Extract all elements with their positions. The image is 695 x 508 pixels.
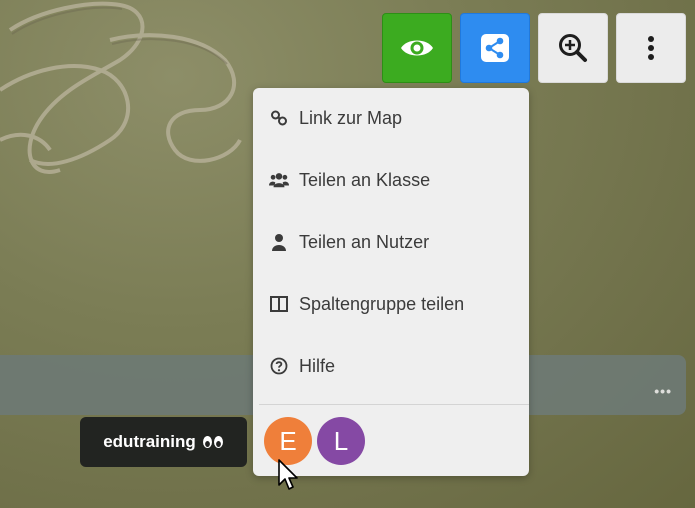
- eye-icon: [401, 40, 433, 56]
- zoom-button[interactable]: [538, 13, 608, 83]
- menu-item-share-column-group[interactable]: Spaltengruppe teilen: [253, 284, 529, 324]
- avatar-user-e[interactable]: E: [264, 417, 312, 465]
- menu-item-label: Link zur Map: [299, 107, 403, 128]
- user-tooltip: edutraining: [80, 417, 247, 467]
- user-icon: [269, 232, 289, 252]
- more-options-button[interactable]: [616, 13, 686, 83]
- columns-icon: [269, 294, 289, 314]
- users-icon: [269, 170, 289, 190]
- link-icon: [269, 108, 289, 128]
- tooltip-text: edutraining: [103, 432, 196, 451]
- menu-item-help[interactable]: Hilfe: [253, 346, 529, 386]
- menu-item-label: Teilen an Klasse: [299, 169, 431, 190]
- menu-item-label: Spaltengruppe teilen: [299, 293, 465, 314]
- menu-item-label: Hilfe: [299, 355, 336, 376]
- toolbar: [382, 13, 686, 83]
- menu-divider: [259, 404, 529, 405]
- avatar-user-l[interactable]: L: [317, 417, 365, 465]
- vertical-dots-icon: [648, 36, 654, 60]
- menu-item-share-user[interactable]: Teilen an Nutzer: [253, 222, 529, 262]
- view-button[interactable]: [382, 13, 452, 83]
- menu-item-label: Teilen an Nutzer: [299, 231, 430, 252]
- avatar-initial: L: [333, 425, 349, 456]
- share-icon: [481, 34, 509, 62]
- column-more-button[interactable]: •••: [654, 383, 672, 399]
- binder-clip-image: [0, 1, 242, 174]
- menu-item-share-class[interactable]: Teilen an Klasse: [253, 160, 529, 200]
- mouse-cursor-icon: [278, 459, 298, 490]
- zoom-in-icon: [559, 34, 587, 62]
- eyes-icon: [202, 436, 223, 448]
- avatar-initial: E: [279, 425, 297, 456]
- share-button[interactable]: [460, 13, 530, 83]
- menu-item-link-to-map[interactable]: Link zur Map: [253, 98, 529, 138]
- help-icon: [269, 356, 289, 376]
